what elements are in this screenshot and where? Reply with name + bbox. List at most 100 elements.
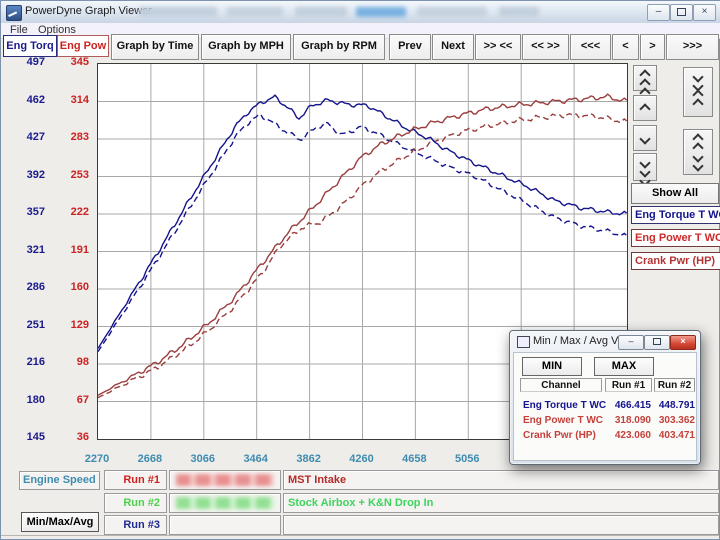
redacted-filepath	[499, 7, 539, 17]
chevron-down-icon	[639, 133, 650, 144]
axis-toggle-torque[interactable]: Eng Torq	[3, 35, 57, 57]
axis-tick-label: 314	[51, 94, 89, 106]
axis-tick-label: 2270	[77, 453, 117, 465]
axis-tick-label: 2668	[130, 453, 170, 465]
run2-value: 403.471	[654, 430, 695, 441]
graph-by-mph-button[interactable]: Graph by MPH	[201, 34, 291, 60]
scroll-up-button[interactable]	[633, 95, 657, 121]
axis-tick-label: 462	[9, 94, 45, 106]
window-bottom-edge	[1, 535, 719, 536]
popup-close-button[interactable]: ×	[670, 335, 696, 350]
channel-name: Eng Power T WC	[523, 415, 603, 426]
minmax-popup-body: MIN MAX Channel Run #1 Run #2 Eng Torque…	[513, 352, 697, 461]
chevron-down-icon	[692, 160, 703, 171]
channel-column-header: Channel	[520, 378, 602, 392]
axis-tick-label: 180	[9, 394, 45, 406]
run1-column-header: Run #1	[605, 378, 652, 392]
axis-tick-label: 98	[51, 356, 89, 368]
expand-vertical-button[interactable]	[683, 129, 713, 175]
minimize-button[interactable]: –	[647, 4, 670, 21]
next-button[interactable]: Next	[432, 34, 474, 60]
prev-button[interactable]: Prev	[389, 34, 431, 60]
run2-value: 303.362	[654, 415, 695, 426]
axis-tick-label: 216	[9, 356, 45, 368]
run3-note-field[interactable]	[283, 515, 719, 535]
graph-by-time-button[interactable]: Graph by Time	[111, 34, 199, 60]
run3-button[interactable]: Run #3	[104, 515, 167, 535]
redacted-filepath	[295, 7, 347, 17]
redacted-filepath	[227, 7, 283, 17]
redacted-filepath	[139, 7, 217, 17]
axis-tick-label: 345	[51, 56, 89, 68]
graph-by-rpm-button[interactable]: Graph by RPM	[293, 34, 385, 60]
app-icon	[6, 5, 22, 21]
zoom-in-x-button[interactable]: >> <<	[475, 34, 521, 60]
axis-tick-label: 357	[9, 206, 45, 218]
run2-value: 448.791	[654, 400, 695, 411]
axis-tick-label: 4658	[394, 453, 434, 465]
axis-tick-label: 67	[51, 394, 89, 406]
pan-far-left-button[interactable]: <<<	[570, 34, 611, 60]
close-button[interactable]: ×	[693, 4, 716, 21]
axis-tick-label: 191	[51, 244, 89, 256]
restore-button[interactable]	[670, 4, 693, 21]
run2-button[interactable]: Run #2	[104, 493, 167, 513]
axis-tick-label: 129	[51, 319, 89, 331]
minmax-popup-window[interactable]: Min / Max / Avg Val... – × MIN MAX Chann…	[509, 330, 701, 465]
axis-tick-label: 3862	[289, 453, 329, 465]
axis-toggle-power[interactable]: Eng Pow	[57, 35, 109, 57]
minmax-avg-button[interactable]: Min/Max/Avg	[21, 512, 99, 532]
run2-column-header: Run #2	[654, 378, 695, 392]
min-button[interactable]: MIN	[522, 357, 582, 376]
axis-tick-label: 5056	[447, 453, 487, 465]
axis-tick-label: 251	[9, 319, 45, 331]
run1-value: 318.090	[605, 415, 651, 426]
run3-name-field[interactable]	[169, 515, 281, 535]
title-bar: PowerDyne Graph Viewer – ×	[1, 1, 720, 24]
redacted-filepath	[417, 7, 487, 17]
axis-tick-label: 253	[51, 169, 89, 181]
collapse-vertical-button[interactable]	[683, 67, 713, 117]
redacted-filepath-selected	[356, 7, 406, 17]
scroll-up-fast-button[interactable]	[633, 65, 657, 91]
popup-restore-button[interactable]	[644, 335, 670, 350]
axis-tick-label: 4260	[342, 453, 382, 465]
restore-icon	[677, 8, 686, 16]
pan-far-right-button[interactable]: >>>	[666, 34, 719, 60]
x-axis-label-box: Engine Speed (RPM)	[19, 471, 100, 490]
scroll-down-fast-button[interactable]	[633, 153, 657, 181]
max-button[interactable]: MAX	[594, 357, 654, 376]
axis-tick-label: 497	[9, 56, 45, 68]
pan-right-button[interactable]: >	[640, 34, 665, 60]
axis-tick-label: 222	[51, 206, 89, 218]
window-title: PowerDyne Graph Viewer	[25, 5, 152, 17]
axis-tick-label: 3464	[236, 453, 276, 465]
axis-tick-label: 321	[9, 244, 45, 256]
show-all-button[interactable]: Show All	[631, 183, 719, 204]
chevron-up-icon	[639, 103, 650, 114]
run1-button[interactable]: Run #1	[104, 470, 167, 490]
popup-minimize-button[interactable]: –	[618, 335, 644, 350]
axis-tick-label: 145	[9, 431, 45, 443]
run1-note-field[interactable]: MST Intake	[283, 470, 719, 490]
run2-note-field[interactable]: Stock Airbox + K&N Drop In	[283, 493, 719, 513]
legend-eng-power[interactable]: Eng Power T WC	[631, 229, 720, 247]
scroll-down-button[interactable]	[633, 125, 657, 151]
axis-tick-label: 160	[51, 281, 89, 293]
axis-tick-label: 427	[9, 131, 45, 143]
channel-name: Eng Torque T WC	[523, 400, 606, 411]
run2-name-field[interactable]	[169, 493, 281, 513]
legend-eng-torque[interactable]: Eng Torque T WC	[631, 206, 720, 224]
axis-tick-label: 36	[51, 431, 89, 443]
zoom-out-x-button[interactable]: << >>	[522, 34, 569, 60]
run1-name-field[interactable]	[169, 470, 281, 490]
pan-left-button[interactable]: <	[612, 34, 639, 60]
redacted-run1-name	[176, 474, 274, 486]
legend-crank-pwr[interactable]: Crank Pwr (HP)	[631, 252, 720, 270]
run1-value: 466.415	[605, 400, 651, 411]
popup-restore-icon	[653, 338, 661, 345]
channel-name: Crank Pwr (HP)	[523, 430, 596, 441]
axis-tick-label: 283	[51, 131, 89, 143]
axis-tick-label: 392	[9, 169, 45, 181]
redacted-run2-name	[176, 497, 274, 509]
